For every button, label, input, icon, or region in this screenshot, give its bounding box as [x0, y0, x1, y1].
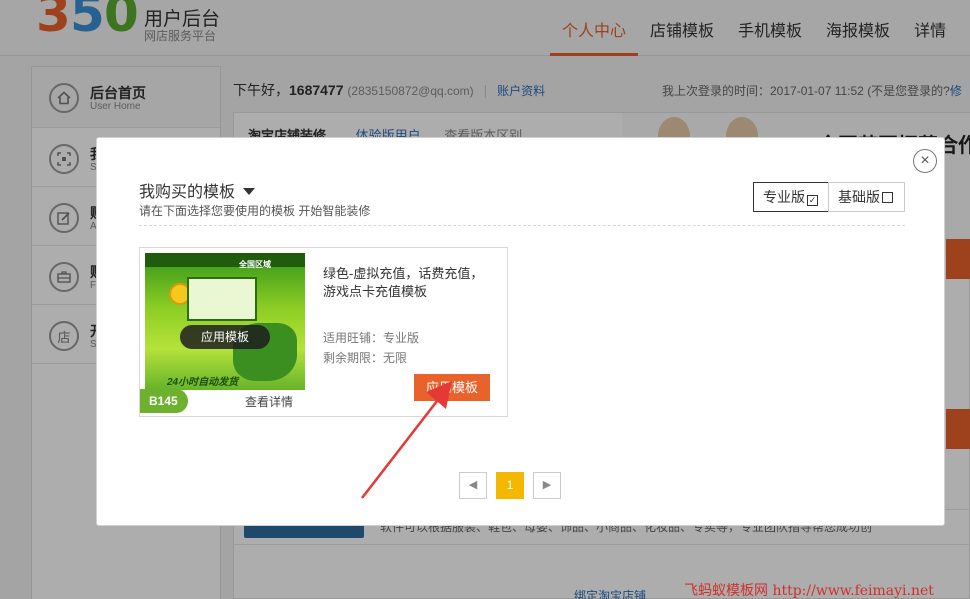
checkbox-empty-icon: [882, 192, 893, 203]
apply-template-overlay-button[interactable]: 应用模板: [180, 325, 270, 349]
modal-subtitle: 请在下面选择您要使用的模板 开始智能装修: [139, 204, 371, 218]
template-card: 全国区域 24小时自动发货 应用模板 B145 查看详情 绿色-虚拟充值，话费充…: [139, 247, 508, 417]
thumb-header: [145, 253, 305, 267]
apply-template-button[interactable]: 应用模板: [414, 374, 490, 401]
purchased-templates-modal: × 我购买的模板 请在下面选择您要使用的模板 开始智能装修 专业版 ✓ 基础版 全…: [96, 137, 945, 526]
tab-label: 专业版: [763, 189, 805, 205]
view-details-link[interactable]: 查看详情: [245, 393, 293, 410]
close-icon[interactable]: ×: [913, 149, 937, 173]
applicable-shop: 适用旺铺：专业版: [323, 331, 420, 345]
page-1-button[interactable]: 1: [496, 472, 524, 499]
thumb-slogan: 全国区域: [239, 260, 271, 269]
modal-title-text: 我购买的模板: [139, 184, 236, 201]
template-thumbnail[interactable]: 全国区域 24小时自动发货 应用模板: [145, 253, 305, 390]
remaining-term: 剩余期限：无限: [323, 351, 408, 365]
template-code-badge: B145: [140, 389, 188, 413]
caret-down-icon: [243, 187, 256, 195]
template-name: 绿色-虚拟充值，话费充值，游戏点卡充值模板: [323, 266, 484, 299]
pagination: ◀ 1 ▶: [459, 472, 570, 500]
next-page-button[interactable]: ▶: [533, 472, 561, 499]
watermark: 飞蚂蚁模板网 http://www.feimayi.net: [684, 583, 934, 599]
tab-pro-version[interactable]: 专业版 ✓: [753, 182, 829, 212]
prev-page-button[interactable]: ◀: [459, 472, 487, 499]
tab-label: 基础版: [838, 189, 880, 205]
checkbox-checked-icon: ✓: [807, 195, 818, 206]
tab-basic-version[interactable]: 基础版: [828, 182, 905, 212]
thumb-tagline: 24小时自动发货: [167, 377, 239, 388]
modal-title[interactable]: 我购买的模板: [139, 178, 256, 202]
divider: [139, 225, 905, 226]
thumb-screen: [187, 277, 257, 321]
